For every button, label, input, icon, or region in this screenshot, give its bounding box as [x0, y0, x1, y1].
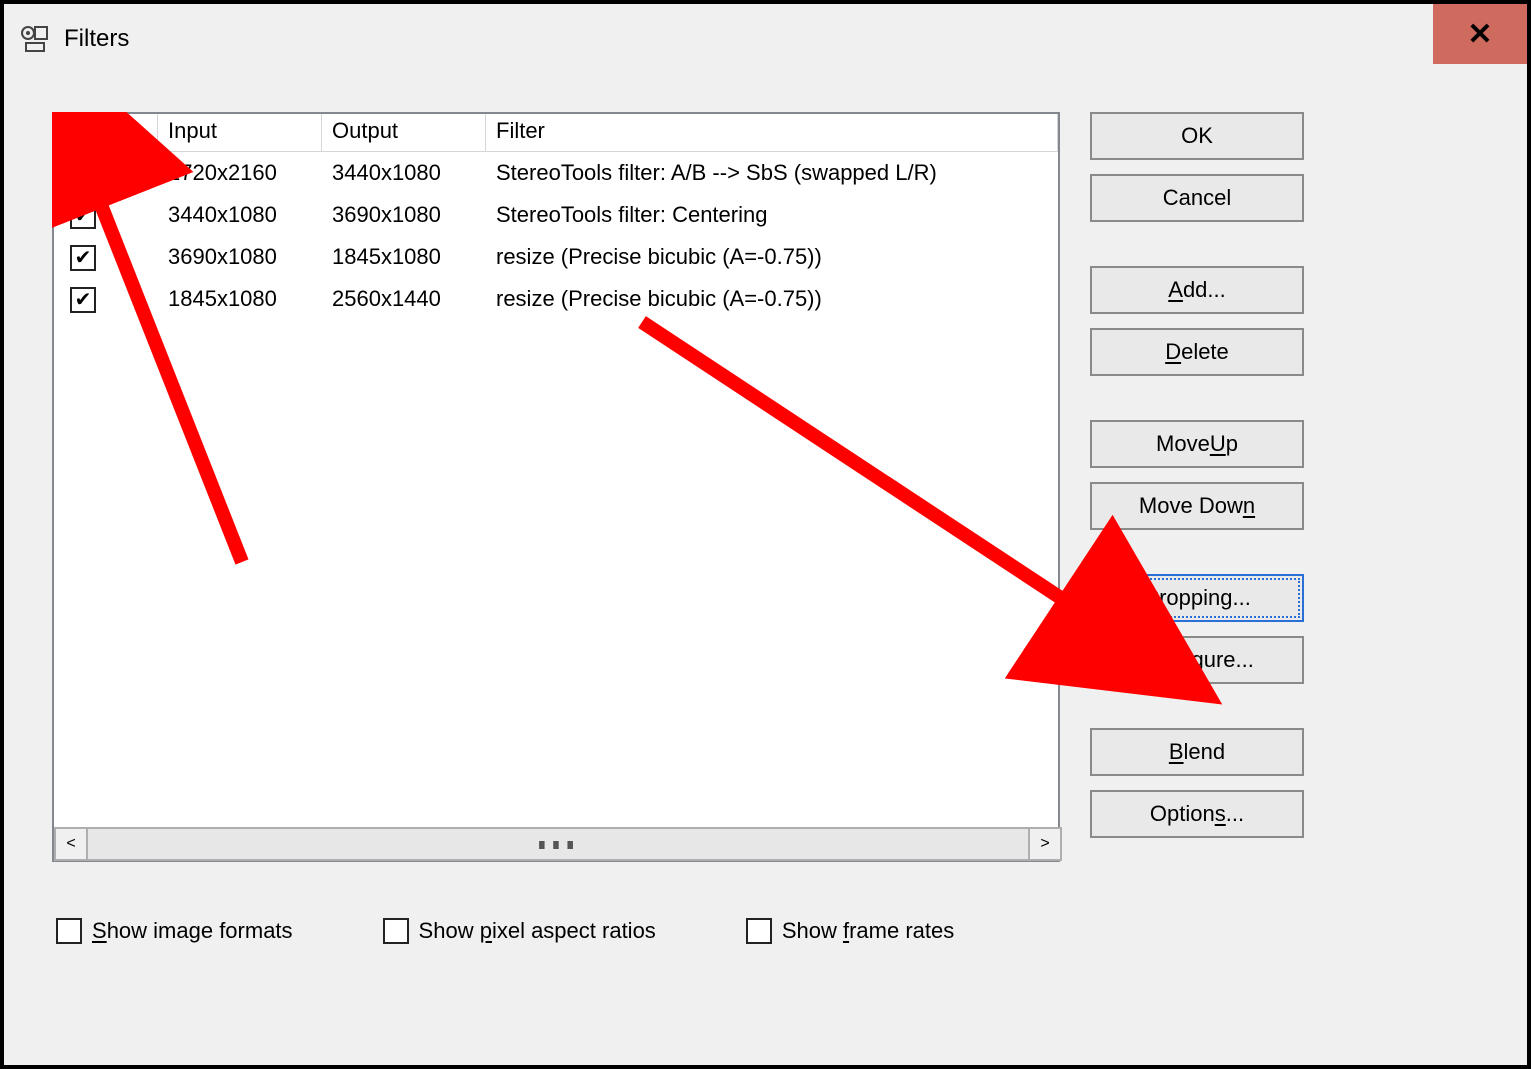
blend-button[interactable]: Blend — [1090, 728, 1304, 776]
row-input: 3440x1080 — [158, 202, 322, 228]
row-output: 3440x1080 — [322, 160, 486, 186]
row-checkbox[interactable] — [70, 245, 96, 271]
column-header-filter[interactable]: Filter — [486, 114, 1058, 152]
row-input: 1720x2160 — [158, 160, 322, 186]
titlebar: Filters ✕ — [4, 4, 1527, 74]
show-image-formats-checkbox[interactable]: Show image formats — [56, 918, 293, 944]
row-filter: StereoTools filter: Centering — [486, 202, 1058, 228]
cropping-button[interactable]: Cropping... — [1090, 574, 1304, 622]
delete-button[interactable]: Delete — [1090, 328, 1304, 376]
row-input: 1845x1080 — [158, 286, 322, 312]
table-row[interactable]: 3440x10803690x1080StereoTools filter: Ce… — [54, 194, 1058, 236]
ok-button[interactable]: OK — [1090, 112, 1304, 160]
row-filter: StereoTools filter: A/B --> SbS (swapped… — [486, 160, 1058, 186]
add-button[interactable]: Add... — [1090, 266, 1304, 314]
row-filter: resize (Precise bicubic (A=-0.75)) — [486, 244, 1058, 270]
move-down-button[interactable]: Move Down — [1090, 482, 1304, 530]
column-header-output[interactable]: Output — [322, 114, 486, 152]
filter-list[interactable]: Input Output Filter [C]1720x21603440x108… — [52, 112, 1060, 862]
row-checkbox[interactable] — [70, 287, 96, 313]
filter-list-header: Input Output Filter — [54, 114, 1058, 152]
row-filter: resize (Precise bicubic (A=-0.75)) — [486, 286, 1058, 312]
cancel-button[interactable]: Cancel — [1090, 174, 1304, 222]
options-button[interactable]: Options... — [1090, 790, 1304, 838]
close-icon: ✕ — [1467, 17, 1492, 52]
show-pixel-aspect-ratios-checkbox[interactable]: Show pixel aspect ratios — [383, 918, 656, 944]
row-checkbox[interactable] — [70, 203, 96, 229]
configure-button[interactable]: Configure... — [1090, 636, 1304, 684]
row-output: 1845x1080 — [322, 244, 486, 270]
row-output: 2560x1440 — [322, 286, 486, 312]
move-up-button[interactable]: Move Up — [1090, 420, 1304, 468]
close-button[interactable]: ✕ — [1433, 4, 1527, 64]
table-row[interactable]: 1845x10802560x1440resize (Precise bicubi… — [54, 278, 1058, 320]
horizontal-scrollbar[interactable]: < ∎∎∎ > — [54, 827, 1062, 861]
window-title: Filters — [64, 25, 129, 53]
row-input: 3690x1080 — [158, 244, 322, 270]
filters-app-icon — [18, 23, 50, 55]
filters-dialog: Filters ✕ Input Output Filter [C]1720x21… — [0, 0, 1531, 1069]
row-output: 3690x1080 — [322, 202, 486, 228]
table-row[interactable]: 3690x10801845x1080resize (Precise bicubi… — [54, 236, 1058, 278]
table-row[interactable]: [C]1720x21603440x1080StereoTools filter:… — [54, 152, 1058, 194]
scroll-track[interactable]: ∎∎∎ — [88, 827, 1028, 861]
button-sidebar: OK Cancel Add... Delete Move Up Move Dow… — [1090, 112, 1304, 838]
scroll-right-button[interactable]: > — [1028, 827, 1062, 861]
row-flag: [C] — [102, 160, 158, 186]
column-header-input[interactable]: Input — [158, 114, 322, 152]
scroll-left-button[interactable]: < — [54, 827, 88, 861]
show-frame-rates-checkbox[interactable]: Show frame rates — [746, 918, 954, 944]
row-checkbox[interactable] — [70, 161, 96, 187]
